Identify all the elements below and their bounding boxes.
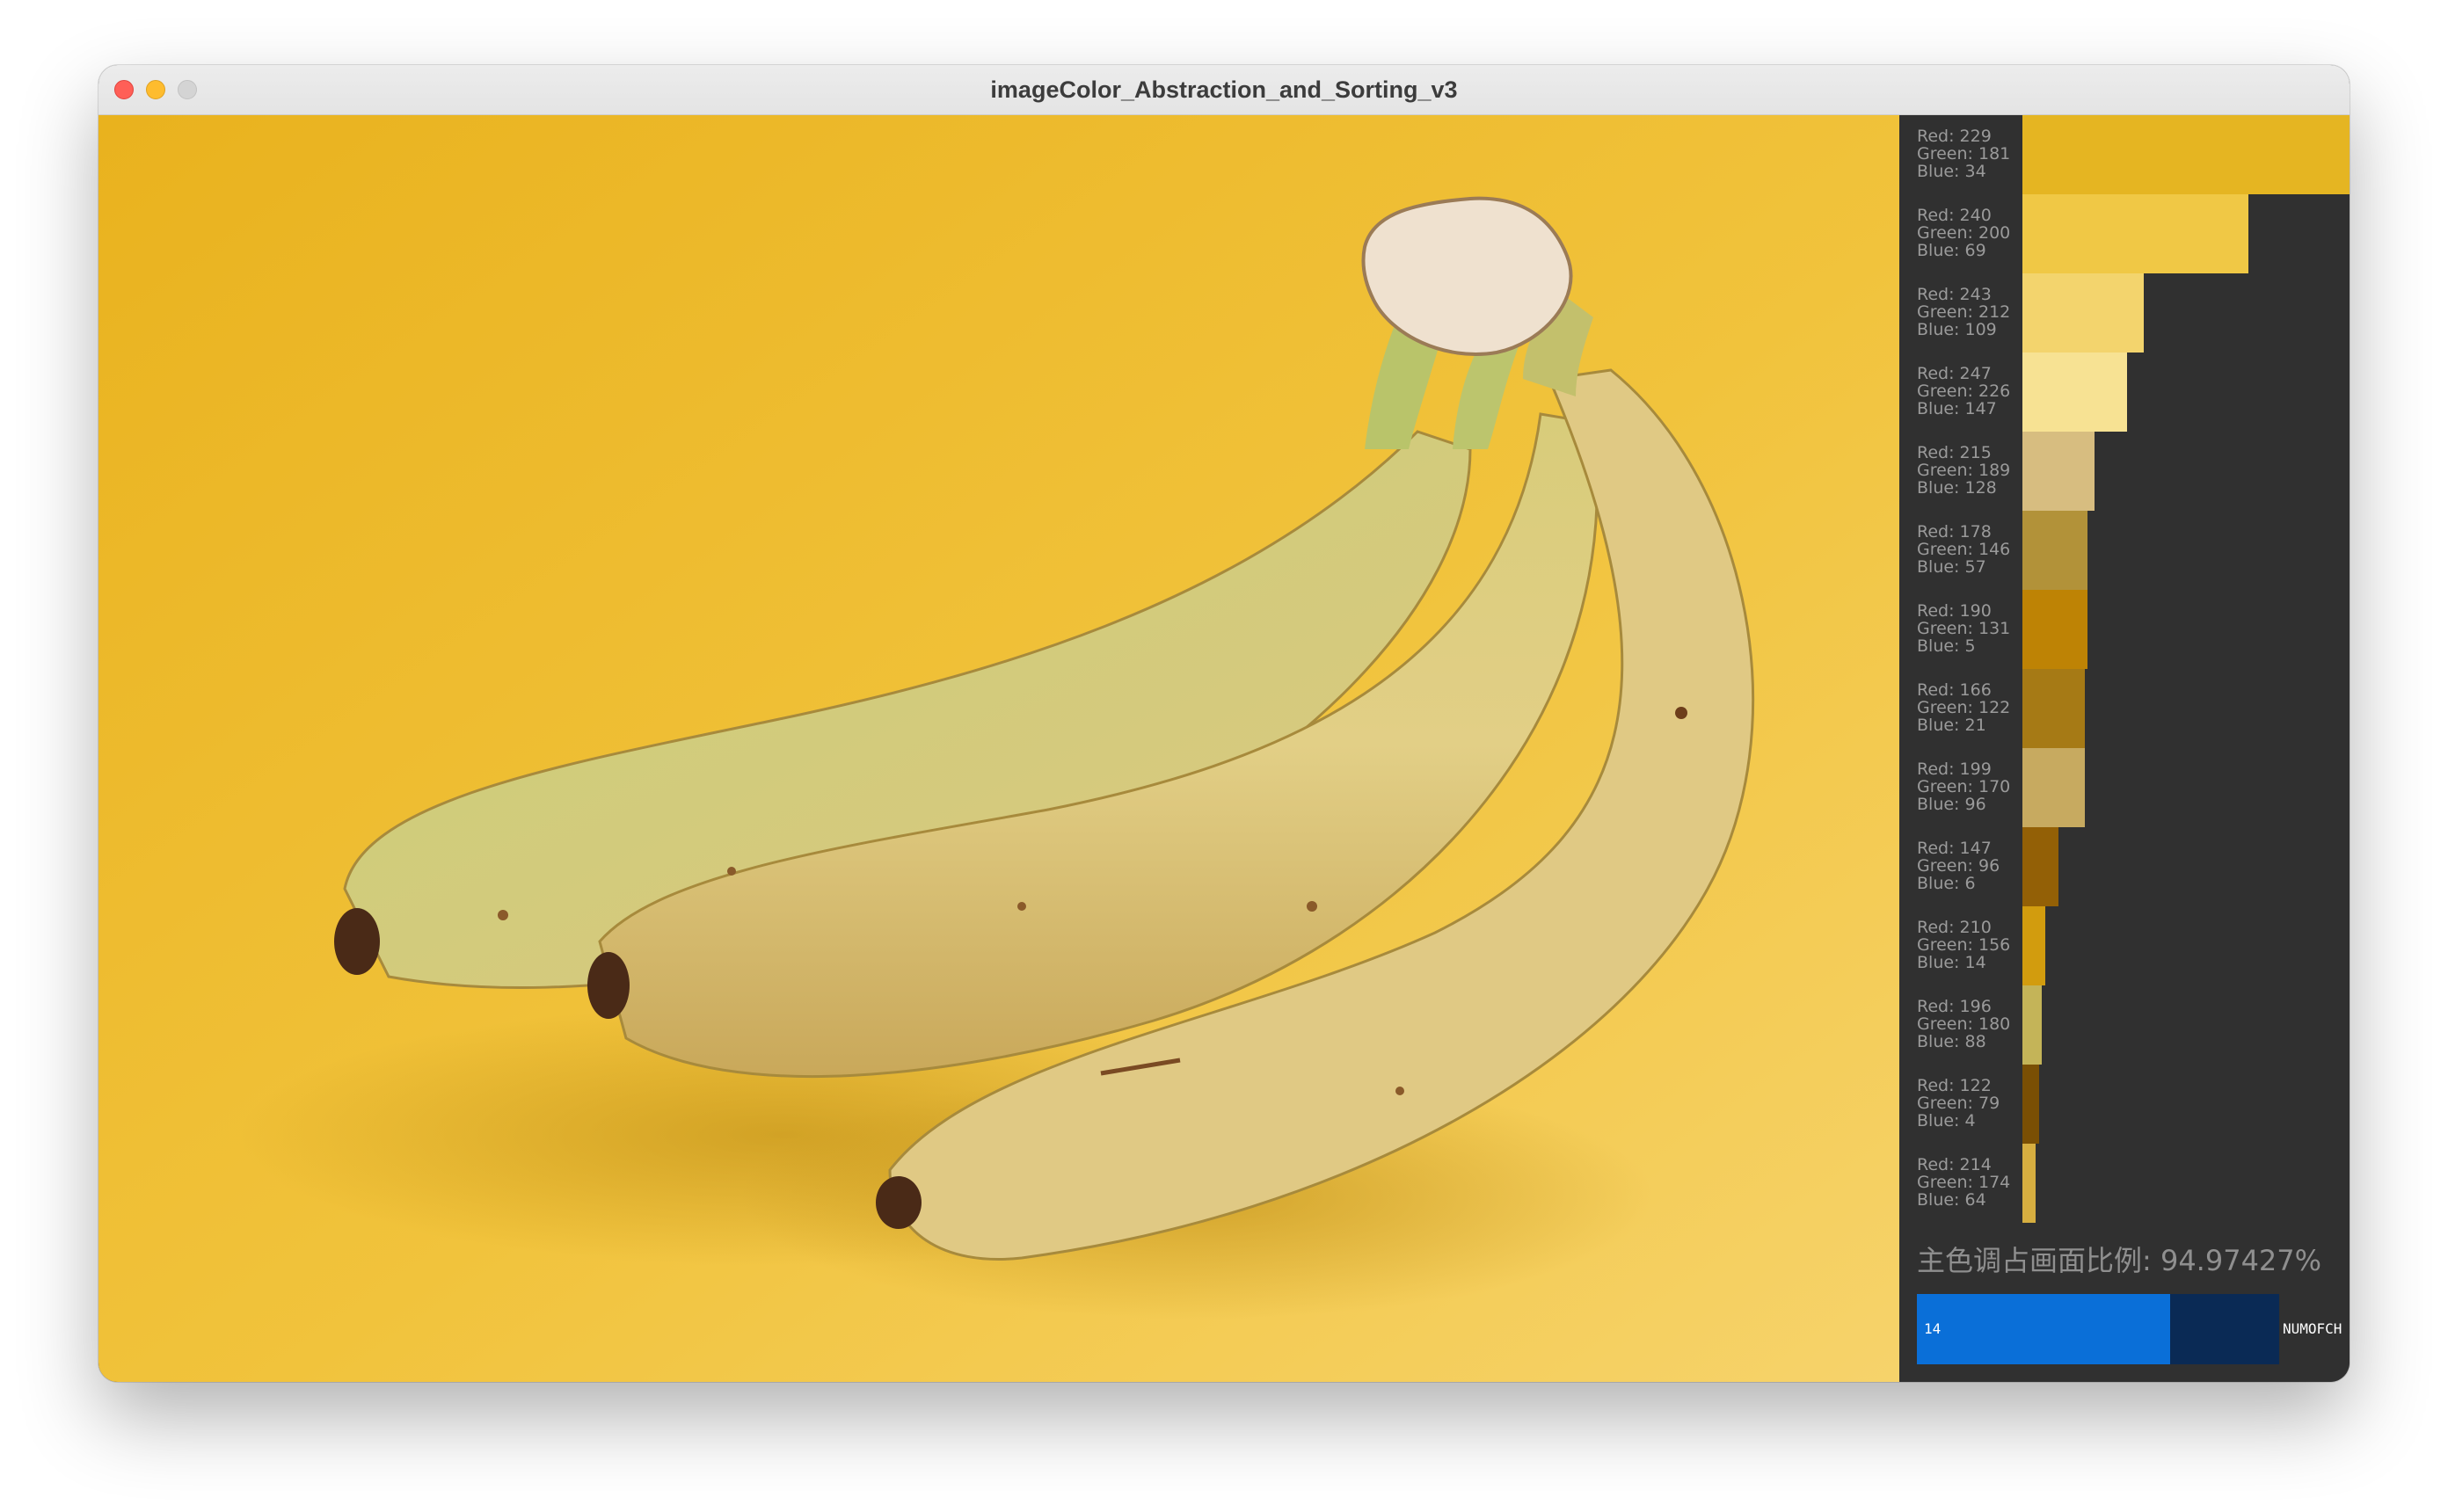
swatch-green-value: Green: 122 bbox=[1917, 698, 2011, 717]
swatch-row: Red: 166 Green: 122 Blue: 21 bbox=[1899, 669, 2350, 748]
swatch-color-bar bbox=[2022, 353, 2127, 432]
swatch-green-value: Green: 212 bbox=[1917, 302, 2011, 322]
swatch-rgb-label: Red: 178 Green: 146 Blue: 57 bbox=[1917, 523, 2010, 576]
swatch-red-value: Red: 122 bbox=[1917, 1076, 1992, 1095]
swatch-blue-value: Blue: 96 bbox=[1917, 795, 1986, 814]
window-title: imageColor_Abstraction_and_Sorting_v3 bbox=[990, 76, 1458, 103]
swatch-blue-value: Blue: 57 bbox=[1917, 557, 1986, 577]
swatch-color-bar bbox=[2022, 748, 2085, 827]
swatch-row: Red: 215 Green: 189 Blue: 128 bbox=[1899, 432, 2350, 511]
swatch-color-bar bbox=[2022, 985, 2042, 1065]
swatch-blue-value: Blue: 14 bbox=[1917, 953, 1986, 972]
swatch-color-bar bbox=[2022, 115, 2350, 194]
swatch-row: Red: 243 Green: 212 Blue: 109 bbox=[1899, 273, 2350, 353]
swatch-green-value: Green: 96 bbox=[1917, 856, 2000, 876]
swatch-green-value: Green: 226 bbox=[1917, 382, 2011, 401]
swatch-blue-value: Blue: 5 bbox=[1917, 636, 1976, 656]
swatch-color-bar bbox=[2022, 669, 2085, 748]
swatch-rgb-label: Red: 247 Green: 226 Blue: 147 bbox=[1917, 365, 2010, 418]
swatch-blue-value: Blue: 69 bbox=[1917, 241, 1986, 260]
swatch-color-bar bbox=[2022, 906, 2045, 985]
swatch-color-bar bbox=[2022, 194, 2248, 273]
swatch-green-value: Green: 79 bbox=[1917, 1094, 2000, 1113]
swatch-blue-value: Blue: 34 bbox=[1917, 162, 1986, 181]
swatch-red-value: Red: 178 bbox=[1917, 522, 1992, 542]
swatch-rgb-label: Red: 229 Green: 181 Blue: 34 bbox=[1917, 127, 2010, 180]
swatch-green-value: Green: 170 bbox=[1917, 777, 2011, 796]
swatch-blue-value: Blue: 6 bbox=[1917, 874, 1976, 893]
swatch-color-bar bbox=[2022, 1144, 2036, 1223]
swatch-red-value: Red: 210 bbox=[1917, 918, 1992, 937]
swatch-green-value: Green: 181 bbox=[1917, 144, 2011, 164]
swatch-blue-value: Blue: 128 bbox=[1917, 478, 1997, 498]
swatch-color-bar bbox=[2022, 1065, 2039, 1144]
color-palette-panel: Red: 229 Green: 181 Blue: 34 Red: 240 Green:… bbox=[1899, 115, 2350, 1382]
swatch-red-value: Red: 199 bbox=[1917, 760, 1992, 779]
swatch-blue-value: Blue: 147 bbox=[1917, 399, 1997, 418]
swatch-blue-value: Blue: 4 bbox=[1917, 1111, 1976, 1130]
swatch-red-value: Red: 147 bbox=[1917, 839, 1992, 858]
swatch-green-value: Green: 146 bbox=[1917, 540, 2011, 559]
swatch-blue-value: Blue: 88 bbox=[1917, 1032, 1986, 1051]
swatch-rgb-label: Red: 243 Green: 212 Blue: 109 bbox=[1917, 286, 2010, 338]
swatch-row: Red: 210 Green: 156 Blue: 14 bbox=[1899, 906, 2350, 985]
swatch-rgb-label: Red: 214 Green: 174 Blue: 64 bbox=[1917, 1156, 2010, 1209]
swatch-rgb-label: Red: 190 Green: 131 Blue: 5 bbox=[1917, 602, 2010, 655]
swatch-red-value: Red: 247 bbox=[1917, 364, 1992, 383]
swatch-row: Red: 199 Green: 170 Blue: 96 bbox=[1899, 748, 2350, 827]
swatch-red-value: Red: 240 bbox=[1917, 206, 1992, 225]
swatch-color-bar bbox=[2022, 827, 2058, 906]
slider-label: NUMOFCH bbox=[2283, 1320, 2342, 1337]
swatch-rgb-label: Red: 210 Green: 156 Blue: 14 bbox=[1917, 919, 2010, 971]
swatch-row: Red: 122 Green: 79 Blue: 4 bbox=[1899, 1065, 2350, 1144]
swatch-row: Red: 190 Green: 131 Blue: 5 bbox=[1899, 590, 2350, 669]
swatch-red-value: Red: 214 bbox=[1917, 1155, 1992, 1174]
swatch-row: Red: 196 Green: 180 Blue: 88 bbox=[1899, 985, 2350, 1065]
swatch-red-value: Red: 190 bbox=[1917, 601, 1992, 621]
swatch-blue-value: Blue: 109 bbox=[1917, 320, 1997, 339]
swatch-red-value: Red: 196 bbox=[1917, 997, 1992, 1016]
dominant-ratio-text: 主色调占画面比例: 94.97427% bbox=[1917, 1244, 2322, 1277]
swatch-green-value: Green: 131 bbox=[1917, 619, 2011, 638]
swatch-row: Red: 214 Green: 174 Blue: 64 bbox=[1899, 1144, 2350, 1223]
swatch-green-value: Green: 189 bbox=[1917, 461, 2011, 480]
swatch-red-value: Red: 215 bbox=[1917, 443, 1992, 462]
swatch-red-value: Red: 229 bbox=[1917, 127, 1992, 146]
swatch-color-bar bbox=[2022, 511, 2087, 590]
swatch-row: Red: 147 Green: 96 Blue: 6 bbox=[1899, 827, 2350, 906]
swatch-blue-value: Blue: 21 bbox=[1917, 716, 1986, 735]
swatch-red-value: Red: 166 bbox=[1917, 680, 1992, 700]
slider-fill bbox=[1917, 1294, 2170, 1364]
swatch-row: Red: 178 Green: 146 Blue: 57 bbox=[1899, 511, 2350, 590]
swatch-rgb-label: Red: 240 Green: 200 Blue: 69 bbox=[1917, 207, 2010, 259]
swatch-row: Red: 247 Green: 226 Blue: 147 bbox=[1899, 353, 2350, 432]
slider-value: 14 bbox=[1924, 1320, 1942, 1337]
swatch-rgb-label: Red: 147 Green: 96 Blue: 6 bbox=[1917, 840, 2000, 892]
swatch-color-bar bbox=[2022, 432, 2095, 511]
swatch-green-value: Green: 156 bbox=[1917, 935, 2011, 955]
swatch-green-value: Green: 180 bbox=[1917, 1014, 2011, 1034]
banana-photo bbox=[98, 115, 1899, 1382]
title-bar[interactable]: imageColor_Abstraction_and_Sorting_v3 bbox=[98, 65, 2350, 115]
swatch-rgb-label: Red: 122 Green: 79 Blue: 4 bbox=[1917, 1077, 2000, 1130]
swatch-rgb-label: Red: 215 Green: 189 Blue: 128 bbox=[1917, 444, 2010, 497]
swatch-green-value: Green: 174 bbox=[1917, 1173, 2011, 1192]
app-window: imageColor_Abstraction_and_Sorting_v3 Re… bbox=[98, 65, 2350, 1382]
swatch-row: Red: 229 Green: 181 Blue: 34 bbox=[1899, 115, 2350, 194]
swatch-color-bar bbox=[2022, 273, 2144, 353]
swatch-green-value: Green: 200 bbox=[1917, 223, 2011, 243]
swatch-blue-value: Blue: 64 bbox=[1917, 1190, 1986, 1210]
swatch-red-value: Red: 243 bbox=[1917, 285, 1992, 304]
swatch-rgb-label: Red: 196 Green: 180 Blue: 88 bbox=[1917, 998, 2010, 1050]
swatch-rgb-label: Red: 199 Green: 170 Blue: 96 bbox=[1917, 760, 2010, 813]
swatch-rgb-label: Red: 166 Green: 122 Blue: 21 bbox=[1917, 681, 2010, 734]
swatch-color-bar bbox=[2022, 590, 2087, 669]
num-of-colors-slider[interactable]: 14 bbox=[1917, 1294, 2279, 1364]
swatch-row: Red: 240 Green: 200 Blue: 69 bbox=[1899, 194, 2350, 273]
